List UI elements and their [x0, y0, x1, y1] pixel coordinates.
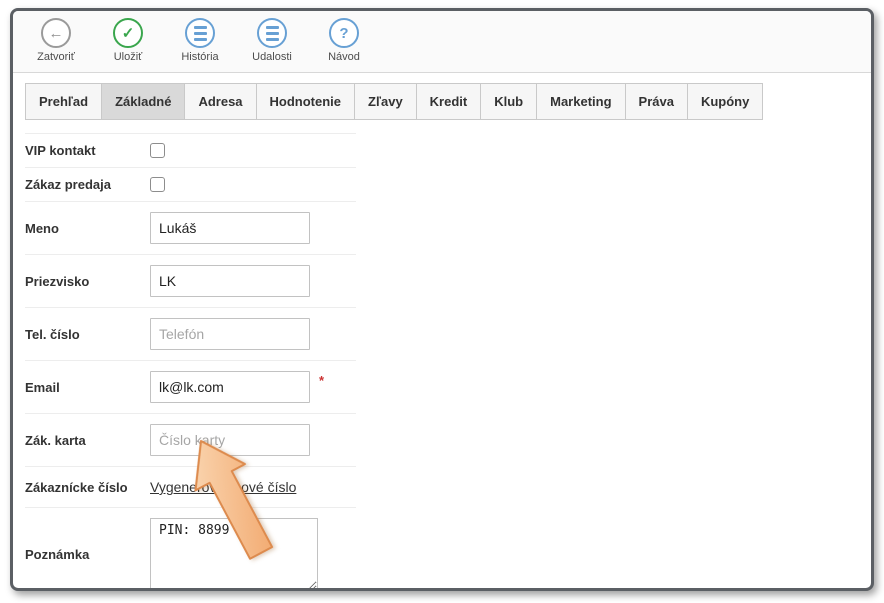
- vip-label: VIP kontakt: [25, 143, 150, 158]
- tab-hodnotenie[interactable]: Hodnotenie: [256, 83, 356, 120]
- tab-kredit[interactable]: Kredit: [416, 83, 482, 120]
- check-glyph: ✓: [122, 26, 135, 41]
- tab-prava[interactable]: Práva: [625, 83, 688, 120]
- close-button-label: Zatvoriť: [37, 51, 75, 63]
- events-button[interactable]: Udalosti: [244, 18, 300, 72]
- meno-input[interactable]: [150, 212, 310, 244]
- toolbar: ← Zatvoriť ✓ Uložiť História Udalosti ? …: [13, 11, 871, 73]
- poznamka-textarea[interactable]: PIN: 8899: [150, 518, 318, 591]
- form-row-meno: Meno: [25, 202, 356, 255]
- poznamka-label: Poznámka: [25, 547, 150, 562]
- form-row-zakaz: Zákaz predaja: [25, 168, 356, 202]
- zakaz-predaja-label: Zákaz predaja: [25, 177, 150, 192]
- form-row-zakaznicke-cislo: Zákaznícke číslo Vygenerovať nové číslo: [25, 467, 356, 508]
- check-icon: ✓: [113, 18, 143, 48]
- menu-lines-icon: [185, 18, 215, 48]
- history-button-label: História: [181, 51, 218, 63]
- priezvisko-label: Priezvisko: [25, 274, 150, 289]
- tab-zlavy[interactable]: Zľavy: [354, 83, 417, 120]
- meno-label: Meno: [25, 221, 150, 236]
- zak-karta-label: Zák. karta: [25, 433, 150, 448]
- vip-checkbox[interactable]: [150, 143, 165, 158]
- guide-button[interactable]: ? Návod: [316, 18, 372, 72]
- back-arrow-glyph: ←: [49, 26, 64, 41]
- tab-adresa[interactable]: Adresa: [184, 83, 256, 120]
- form-row-vip: VIP kontakt: [25, 134, 356, 168]
- tab-marketing[interactable]: Marketing: [536, 83, 625, 120]
- form-row-priezvisko: Priezvisko: [25, 255, 356, 308]
- form-row-telefon: Tel. číslo: [25, 308, 356, 361]
- tab-klub[interactable]: Klub: [480, 83, 537, 120]
- generate-number-link[interactable]: Vygenerovať nové číslo: [150, 479, 296, 495]
- zakaz-predaja-checkbox[interactable]: [150, 177, 165, 192]
- telefon-input[interactable]: [150, 318, 310, 350]
- menu-lines-icon: [257, 18, 287, 48]
- save-button-label: Uložiť: [114, 51, 143, 63]
- question-icon: ?: [329, 18, 359, 48]
- email-label: Email: [25, 380, 150, 395]
- email-input[interactable]: [150, 371, 310, 403]
- form-row-poznamka: Poznámka PIN: 8899: [25, 508, 356, 591]
- close-button[interactable]: ← Zatvoriť: [28, 18, 84, 72]
- tab-prehlad[interactable]: Prehľad: [25, 83, 102, 120]
- tab-bar: Prehľad Základné Adresa Hodnotenie Zľavy…: [25, 83, 871, 120]
- form-row-email: Email *: [25, 361, 356, 414]
- tab-zakladne[interactable]: Základné: [101, 83, 185, 120]
- back-arrow-icon: ←: [41, 18, 71, 48]
- telefon-label: Tel. číslo: [25, 327, 150, 342]
- events-button-label: Udalosti: [252, 51, 292, 63]
- customer-detail-window: ← Zatvoriť ✓ Uložiť História Udalosti ? …: [10, 8, 874, 591]
- question-glyph: ?: [339, 26, 348, 41]
- required-asterisk: *: [319, 373, 324, 388]
- form-row-karta: Zák. karta: [25, 414, 356, 467]
- zak-karta-input[interactable]: [150, 424, 310, 456]
- priezvisko-input[interactable]: [150, 265, 310, 297]
- zakaznicke-cislo-label: Zákaznícke číslo: [25, 480, 150, 495]
- tab-kupony[interactable]: Kupóny: [687, 83, 763, 120]
- customer-form: VIP kontakt Zákaz predaja Meno Priezvisk…: [25, 133, 356, 591]
- guide-button-label: Návod: [328, 51, 360, 63]
- save-button[interactable]: ✓ Uložiť: [100, 18, 156, 72]
- history-button[interactable]: História: [172, 18, 228, 72]
